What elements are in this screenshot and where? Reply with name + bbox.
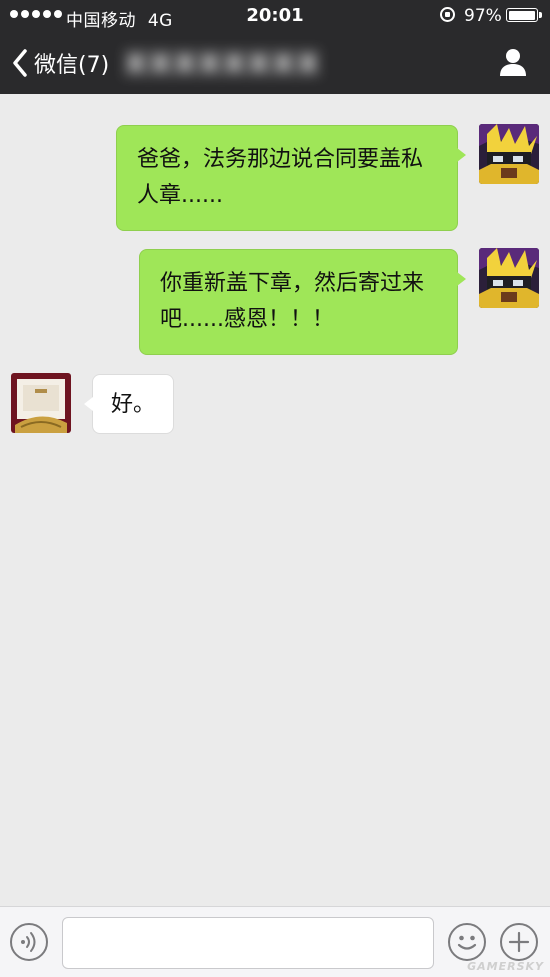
battery-percent: 97% [464,6,502,26]
message-bubble-theirs[interactable]: 好。 [84,374,174,434]
message-input[interactable] [62,917,434,969]
input-bar: GAMERSKY [0,906,550,977]
my-avatar[interactable] [479,248,539,308]
battery-fill [508,10,535,20]
nav-bar: 微信(7) XXXXXXXX [0,32,550,94]
back-button[interactable]: 微信(7) [12,44,109,82]
person-icon [500,49,526,76]
chevron-left-icon [13,49,27,77]
status-bar: 中国移动 4G 20:01 97% [0,0,550,32]
orientation-lock-icon [440,7,455,22]
contact-avatar[interactable] [11,373,71,433]
message-bubble-mine[interactable]: 你重新盖下章，然后寄过来吧......感恩！！！ [139,249,466,355]
message-bubble-mine[interactable]: 爸爸，法务那边说合同要盖私人章...... [116,125,466,231]
emoji-button[interactable] [448,923,486,961]
more-options-button[interactable] [500,923,538,961]
contact-name-obscured: XXXXXXXX [125,47,322,80]
voice-icon [21,932,36,952]
back-label: 微信(7) [34,53,110,78]
plus-icon [508,931,530,953]
watermark: GAMERSKY [467,960,544,973]
chat-area[interactable]: 爸爸，法务那边说合同要盖私人章...... 你重新盖下章，然后寄过来吧.....… [0,94,550,906]
voice-input-button[interactable] [10,923,48,961]
battery-icon [506,8,542,22]
my-avatar[interactable] [479,124,539,184]
profile-button[interactable] [498,46,528,78]
smiley-icon [457,935,477,950]
